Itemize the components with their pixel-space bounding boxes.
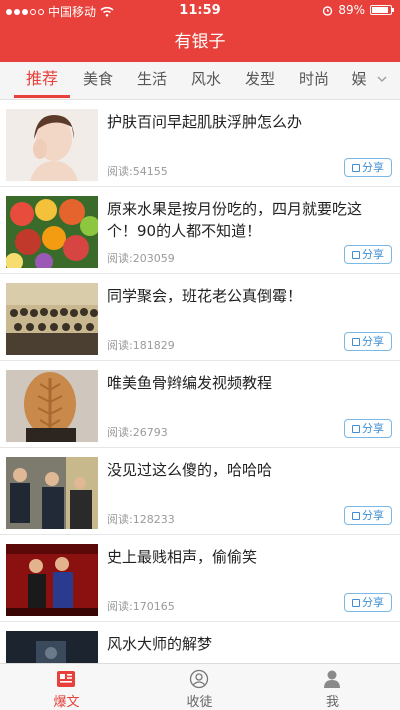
tab-food[interactable]: 美食 (72, 62, 124, 98)
share-icon (352, 251, 360, 259)
nav-profile[interactable]: 我 (266, 664, 399, 710)
article-title[interactable]: 没见过这么傻的，哈哈哈 (107, 459, 390, 481)
article-item[interactable]: 同学聚会，班花老公真倒霉！ 阅读:181829 分享 (0, 275, 400, 361)
article-item[interactable]: 护肤百问早起肌肤浮肿怎么办 阅读:54155 分享 (0, 101, 400, 187)
read-count: 阅读:54155 (107, 165, 168, 178)
read-count: 阅读:203059 (107, 252, 175, 265)
article-thumbnail (6, 196, 98, 268)
alarm-icon (323, 5, 333, 16)
battery-percent: 89% (338, 3, 365, 17)
article-item[interactable]: 史上最贱相声，偷偷笑 阅读:170165 分享 (0, 536, 400, 622)
share-icon (352, 512, 360, 520)
article-title[interactable]: 原来水果是按月份吃的，四月就要吃这个！90的人都不知道！ (107, 198, 390, 242)
tab-recommend[interactable]: 推荐 (14, 62, 70, 98)
profile-icon (324, 670, 340, 688)
nav-label: 爆文 (53, 695, 80, 710)
read-count: 阅读:128233 (107, 513, 175, 526)
share-icon (352, 164, 360, 172)
article-title[interactable]: 风水大师的解梦 (107, 633, 390, 655)
nav-apprentice[interactable]: 收徒 (133, 664, 266, 710)
read-count: 阅读:170165 (107, 600, 175, 613)
active-tab-indicator (14, 95, 70, 98)
article-thumbnail (6, 544, 98, 616)
article-thumbnail (6, 631, 98, 663)
article-thumbnail (6, 283, 98, 355)
read-count: 阅读:26793 (107, 426, 168, 439)
battery-icon (370, 5, 394, 15)
share-button[interactable]: 分享 (344, 506, 392, 525)
nav-label: 我 (325, 695, 339, 710)
read-count: 阅读:181829 (107, 339, 175, 352)
article-feed: 护肤百问早起肌肤浮肿怎么办 阅读:54155 分享 原来水果是按月份吃的，四月就… (0, 101, 400, 663)
article-thumbnail (6, 457, 98, 529)
status-bar: 中国移动 11:59 89% (0, 0, 400, 22)
share-button[interactable]: 分享 (344, 593, 392, 612)
article-title[interactable]: 唯美鱼骨辫编发视频教程 (107, 372, 390, 394)
article-title[interactable]: 同学聚会，班花老公真倒霉！ (107, 285, 390, 307)
share-button[interactable]: 分享 (344, 419, 392, 438)
share-icon (352, 425, 360, 433)
tab-fengshui[interactable]: 风水 (180, 62, 232, 98)
article-thumbnail (6, 370, 98, 442)
nav-articles[interactable]: 爆文 (0, 664, 133, 710)
share-icon (352, 599, 360, 607)
article-title[interactable]: 史上最贱相声，偷偷笑 (107, 546, 390, 568)
status-right: 89% (322, 3, 394, 17)
apprentice-icon (189, 669, 209, 689)
article-item[interactable]: 唯美鱼骨辫编发视频教程 阅读:26793 分享 (0, 362, 400, 448)
bottom-nav: 爆文 收徒 我 (0, 663, 400, 710)
share-icon (352, 338, 360, 346)
article-item[interactable]: 风水大师的解梦 (0, 623, 400, 663)
article-item[interactable]: 原来水果是按月份吃的，四月就要吃这个！90的人都不知道！ 阅读:203059 分… (0, 188, 400, 274)
category-tabs: 推荐 美食 生活 风水 发型 时尚 娱 (0, 62, 400, 100)
article-icon (57, 671, 75, 687)
article-item[interactable]: 没见过这么傻的，哈哈哈 阅读:128233 分享 (0, 449, 400, 535)
nav-label: 收徒 (186, 695, 213, 710)
article-thumbnail (6, 109, 98, 181)
chevron-down-icon (377, 76, 387, 82)
tab-fashion[interactable]: 时尚 (288, 62, 340, 98)
tab-hairstyle[interactable]: 发型 (234, 62, 286, 98)
share-button[interactable]: 分享 (344, 245, 392, 264)
tabs-more-button[interactable] (368, 62, 396, 98)
tab-life[interactable]: 生活 (126, 62, 178, 98)
share-button[interactable]: 分享 (344, 332, 392, 351)
app-title: 有银子 (0, 22, 400, 62)
article-title[interactable]: 护肤百问早起肌肤浮肿怎么办 (107, 111, 390, 133)
share-button[interactable]: 分享 (344, 158, 392, 177)
